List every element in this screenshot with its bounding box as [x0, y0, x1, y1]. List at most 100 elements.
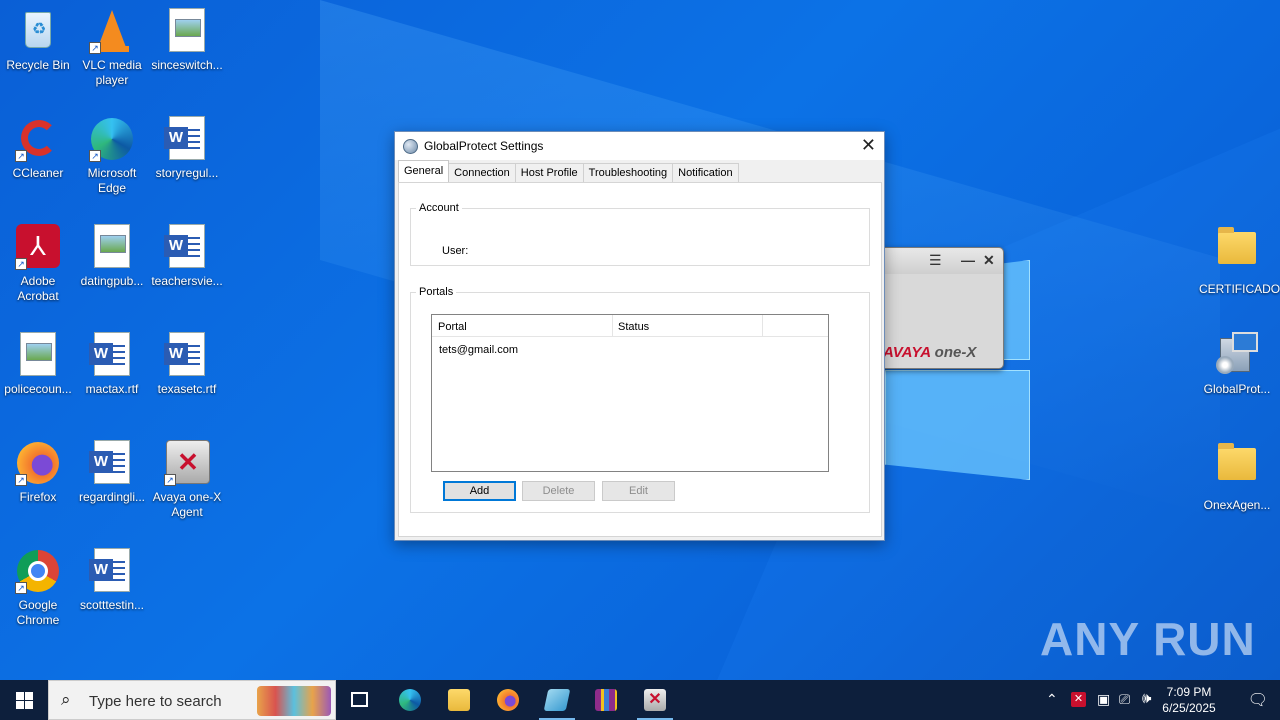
search-highlight-image [257, 686, 331, 716]
search-icon: ⌕ [61, 690, 71, 709]
edit-button[interactable]: Edit [602, 481, 675, 501]
desktop-icon-certificado[interactable]: CERTIFICADO [1199, 224, 1280, 297]
notepad-icon [543, 689, 571, 711]
desktop-icon-avaya-one-x-agent[interactable]: ✕ ↗ Avaya one-X Agent [149, 440, 225, 520]
taskbar-firefox[interactable] [484, 680, 532, 720]
close-icon[interactable]: ✕ [861, 135, 876, 156]
desktop-icon-teachersvie[interactable]: W teachersvie... [149, 224, 225, 289]
column-header-status[interactable]: Status [618, 321, 649, 333]
image-file-icon [89, 224, 135, 270]
word-document-icon: W [164, 224, 210, 270]
firefox-icon: ↗ [15, 440, 61, 486]
meet-now-icon[interactable]: ▣ [1097, 691, 1110, 720]
close-icon[interactable]: ✕ [983, 252, 995, 269]
portals-legend: Portals [419, 286, 454, 298]
tab-strip: General Connection Host Profile Troubles… [398, 160, 739, 183]
task-view-icon [351, 692, 368, 707]
word-document-icon: W [89, 548, 135, 594]
account-legend: Account [419, 202, 459, 214]
firefox-icon [497, 689, 519, 711]
network-icon[interactable]: ⎚ [1119, 691, 1130, 720]
avaya-logo: AVAYA one-X [883, 344, 977, 361]
tab-host-profile[interactable]: Host Profile [514, 163, 584, 182]
tab-notification[interactable]: Notification [672, 163, 739, 182]
desktop-icon-datingpub[interactable]: datingpub... [74, 224, 150, 289]
taskbar-winrar[interactable] [582, 680, 630, 720]
list-header: Portal Status [432, 315, 828, 337]
tab-general[interactable]: General [398, 160, 450, 182]
taskbar-notepad-app[interactable] [533, 680, 581, 720]
account-group: Account User: [410, 202, 870, 266]
desktop-icon-policecoun[interactable]: policecoun... [0, 332, 76, 397]
show-hidden-icons[interactable]: ⌃ [1046, 691, 1058, 720]
image-file-icon [15, 332, 61, 378]
file-explorer-icon [448, 689, 470, 711]
taskbar-edge[interactable] [386, 680, 434, 720]
task-view-button[interactable] [336, 680, 384, 720]
desktop-icon-regardingli[interactable]: W regardingli... [74, 440, 150, 505]
desktop-icon-scotttestin[interactable]: W scotttestin... [74, 548, 150, 613]
desktop-icon-adobe-acrobat[interactable]: ⅄ ↗ Adobe Acrobat [0, 224, 76, 304]
desktop-icon-onexagen[interactable]: OnexAgen... [1199, 440, 1275, 513]
desktop-icon-microsoft-edge[interactable]: ↗ Microsoft Edge [74, 116, 150, 196]
user-label: User: [442, 245, 469, 257]
tab-troubleshooting[interactable]: Troubleshooting [582, 163, 674, 182]
avaya-tray-icon[interactable]: ✕ [1071, 692, 1086, 707]
tab-connection[interactable]: Connection [448, 163, 516, 182]
word-document-icon: W [89, 332, 135, 378]
taskbar-search-box[interactable]: ⌕ Type here to search [48, 680, 336, 720]
avaya-icon: ✕ [644, 689, 666, 711]
delete-button[interactable]: Delete [522, 481, 595, 501]
action-center-icon[interactable]: 🗨 [1248, 690, 1268, 720]
edge-icon [399, 689, 421, 711]
desktop-icon-ccleaner[interactable]: ↗ CCleaner [0, 116, 76, 181]
globalprotect-settings-dialog: GlobalProtect Settings ✕ General Connect… [394, 131, 885, 541]
add-button[interactable]: Add [443, 481, 516, 501]
column-header-portal[interactable]: Portal [438, 321, 467, 333]
clock-date: 6/25/2025 [1162, 701, 1216, 715]
desktop-icon-vlc[interactable]: ↗ VLC media player [74, 8, 150, 88]
folder-icon [1214, 227, 1260, 278]
desktop-icon-mactax[interactable]: W mactax.rtf [74, 332, 150, 397]
desktop: ♻ Recycle Bin ↗ CCleaner ⅄ ↗ Adobe Acrob… [0, 0, 1280, 680]
desktop-icon-firefox[interactable]: ↗ Firefox [0, 440, 76, 505]
chrome-icon: ↗ [15, 548, 61, 594]
desktop-icon-storyregul[interactable]: W storyregul... [149, 116, 225, 181]
anyrun-watermark: ANY RUN [1040, 613, 1256, 665]
avaya-one-x-window[interactable]: ☰ — ✕ AVAYA one-X [872, 247, 1004, 369]
portal-cell: tets@gmail.com [439, 344, 519, 356]
minimize-icon[interactable]: — [961, 252, 975, 268]
word-document-icon: W [89, 440, 135, 486]
avaya-titlebar[interactable]: ☰ — ✕ [873, 248, 1003, 274]
image-file-icon [164, 8, 210, 54]
avaya-agent-icon: ✕ ↗ [164, 440, 210, 486]
portals-list[interactable]: Portal Status tets@gmail.com [431, 314, 829, 472]
menu-icon[interactable]: ☰ [929, 252, 942, 269]
desktop-icon-recycle-bin[interactable]: ♻ Recycle Bin [0, 8, 76, 73]
taskbar-avaya[interactable]: ✕ [631, 680, 679, 720]
dialog-titlebar[interactable]: GlobalProtect Settings ✕ [395, 132, 884, 160]
globalprotect-globe-icon [403, 139, 418, 154]
taskbar-file-explorer[interactable] [435, 680, 483, 720]
search-placeholder: Type here to search [89, 693, 222, 710]
winrar-icon [595, 689, 617, 711]
general-tab-panel: Account User: Portals Portal Status tets… [398, 182, 882, 537]
ccleaner-icon: ↗ [15, 116, 61, 162]
desktop-icon-texasetc[interactable]: W texasetc.rtf [149, 332, 225, 397]
desktop-icon-sinceswitch[interactable]: sinceswitch... [149, 8, 225, 73]
recycle-bin-icon: ♻ [15, 8, 61, 54]
dialog-title: GlobalProtect Settings [424, 139, 544, 153]
word-document-icon: W [164, 116, 210, 162]
start-button[interactable] [0, 680, 48, 720]
vlc-cone-icon: ↗ [89, 8, 135, 54]
clock-time: 7:09 PM [1166, 685, 1212, 699]
taskbar-clock[interactable]: 7:09 PM 6/25/2025 [1144, 684, 1234, 720]
acrobat-icon: ⅄ ↗ [15, 224, 61, 270]
table-row[interactable]: tets@gmail.com [439, 344, 518, 356]
taskbar: ⌕ Type here to search ✕ ⌃ ✕ ▣ ⎚ 🕪 7:09 P… [0, 680, 1280, 720]
desktop-icon-google-chrome[interactable]: ↗ Google Chrome [0, 548, 76, 628]
word-document-icon: W [164, 332, 210, 378]
folder-icon [1214, 443, 1260, 494]
desktop-icon-globalprotect-installer[interactable]: GlobalProt... [1199, 332, 1275, 397]
edge-icon: ↗ [89, 116, 135, 162]
